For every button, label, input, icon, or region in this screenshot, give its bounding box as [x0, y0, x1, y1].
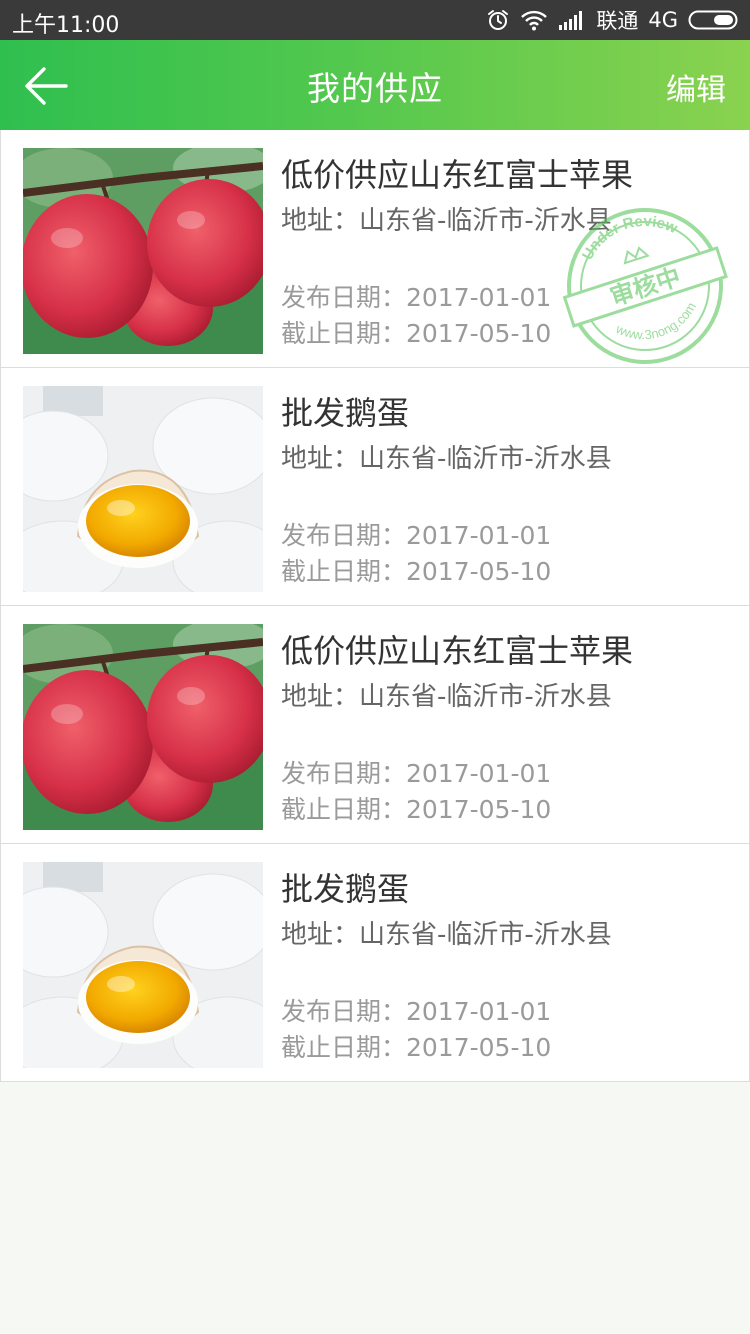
list-item[interactable]: 低价供应山东红富士苹果 地址：山东省-临沂市-沂水县 发布日期：2017-01-…: [0, 130, 750, 368]
goose-egg-image: [23, 862, 263, 1068]
item-deadline: 截止日期：2017-05-10: [281, 319, 552, 348]
item-publish-date: 发布日期：2017-01-01: [281, 759, 552, 788]
list-item[interactable]: 批发鹅蛋 地址：山东省-临沂市-沂水县 发布日期：2017-01-01 截止日期…: [0, 368, 750, 606]
item-address: 地址：山东省-临沂市-沂水县: [281, 444, 612, 474]
status-icons: 联通 4G: [486, 5, 740, 35]
item-title: 低价供应山东红富士苹果: [281, 156, 634, 194]
battery-icon: [688, 9, 740, 31]
item-title: 批发鹅蛋: [281, 870, 410, 908]
alarm-icon: [486, 8, 510, 32]
apple-image: [23, 148, 263, 354]
status-time: 上午11:00: [12, 13, 120, 38]
apple-image: [23, 624, 263, 830]
signal-icon: [558, 9, 586, 31]
item-address: 地址：山东省-临沂市-沂水县: [281, 682, 612, 712]
item-deadline: 截止日期：2017-05-10: [281, 557, 552, 586]
status-bar: 上午11:00 联通 4G: [0, 0, 750, 40]
item-publish-date: 发布日期：2017-01-01: [281, 521, 552, 550]
list-item[interactable]: 批发鹅蛋 地址：山东省-临沂市-沂水县 发布日期：2017-01-01 截止日期…: [0, 844, 750, 1082]
item-publish-date: 发布日期：2017-01-01: [281, 283, 552, 312]
item-address: 地址：山东省-临沂市-沂水县: [281, 920, 612, 950]
item-publish-date: 发布日期：2017-01-01: [281, 997, 552, 1026]
item-deadline: 截止日期：2017-05-10: [281, 795, 552, 824]
carrier-label: 联通: [596, 9, 639, 33]
wifi-icon: [520, 9, 548, 31]
supply-list: 低价供应山东红富士苹果 地址：山东省-临沂市-沂水县 发布日期：2017-01-…: [0, 130, 750, 1082]
header-bar: 我的供应 编辑: [0, 40, 750, 130]
goose-egg-image: [23, 386, 263, 592]
item-title: 低价供应山东红富士苹果: [281, 632, 634, 670]
network-label: 4G: [648, 8, 678, 32]
edit-button[interactable]: 编辑: [666, 65, 726, 109]
under-review-stamp: Under Review www.3nong.com 审核中: [559, 200, 731, 372]
item-title: 批发鹅蛋: [281, 394, 410, 432]
item-deadline: 截止日期：2017-05-10: [281, 1033, 552, 1062]
page-title: 我的供应: [307, 69, 443, 108]
list-item[interactable]: 低价供应山东红富士苹果 地址：山东省-临沂市-沂水县 发布日期：2017-01-…: [0, 606, 750, 844]
